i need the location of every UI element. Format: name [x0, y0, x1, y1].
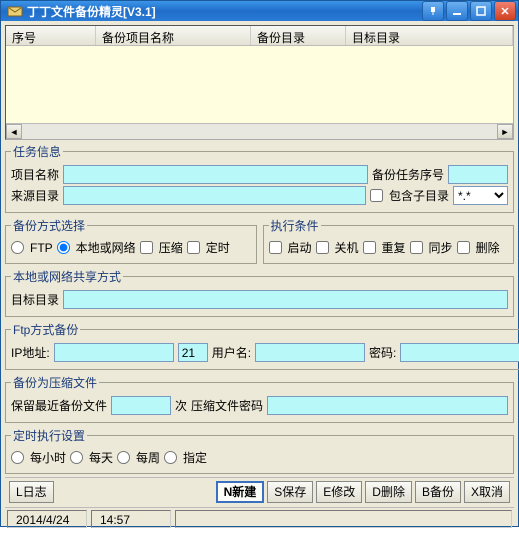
label-shut: 关机 — [335, 239, 359, 256]
label-proj-name: 项目名称 — [11, 166, 59, 183]
label-start: 启动 — [288, 239, 312, 256]
check-sync[interactable] — [410, 241, 423, 254]
edit-button[interactable]: E修改 — [316, 481, 362, 503]
radio-day[interactable] — [70, 451, 83, 464]
input-src-dir[interactable] — [63, 186, 366, 205]
backup-button[interactable]: B备份 — [415, 481, 461, 503]
radio-hour[interactable] — [11, 451, 24, 464]
col-seq[interactable]: 序号 — [6, 26, 96, 45]
status-empty — [175, 510, 512, 528]
input-user[interactable] — [255, 343, 365, 362]
select-pattern[interactable]: *.* — [453, 186, 508, 205]
toolbar: L日志 N新建 S保存 E修改 D删除 B备份 X取消 — [5, 477, 514, 505]
titlebar: 丁丁文件备份精灵[V3.1] — [1, 1, 518, 21]
group-sched: 定时执行设置 每小时 每天 每周 指定 — [5, 427, 514, 474]
label-src-dir: 来源目录 — [11, 187, 59, 204]
h-scrollbar: ◄ ► — [6, 123, 513, 139]
radio-week[interactable] — [117, 451, 130, 464]
label-day: 每天 — [89, 449, 113, 466]
radio-local[interactable] — [57, 241, 70, 254]
maximize-button[interactable] — [470, 1, 492, 21]
group-share: 本地或网络共享方式 目标目录 — [5, 268, 514, 317]
log-button[interactable]: L日志 — [9, 481, 54, 503]
label-repeat: 重复 — [382, 239, 406, 256]
label-zpass: 压缩文件密码 — [191, 397, 263, 414]
check-start[interactable] — [269, 241, 282, 254]
label-pass: 密码: — [369, 344, 396, 361]
app-icon — [7, 3, 23, 19]
label-ip: IP地址: — [11, 344, 50, 361]
label-ftp: FTP — [30, 241, 53, 255]
input-proj-name[interactable] — [63, 165, 368, 184]
save-button[interactable]: S保存 — [267, 481, 313, 503]
label-sched: 定时 — [206, 239, 230, 256]
check-repeat[interactable] — [363, 241, 376, 254]
label-keep: 保留最近备份文件 — [11, 397, 107, 414]
check-del[interactable] — [457, 241, 470, 254]
input-pass[interactable] — [400, 343, 519, 362]
check-shut[interactable] — [316, 241, 329, 254]
legend-zip: 备份为压缩文件 — [11, 374, 99, 391]
label-target: 目标目录 — [11, 291, 59, 308]
new-button[interactable]: N新建 — [216, 481, 265, 503]
delete-button[interactable]: D删除 — [365, 481, 412, 503]
status-time: 14:57 — [91, 510, 171, 528]
input-target[interactable] — [63, 290, 508, 309]
label-week: 每周 — [136, 449, 160, 466]
close-button[interactable] — [494, 1, 516, 21]
col-dst[interactable]: 目标目录 — [346, 26, 513, 45]
backup-list: 序号 备份项目名称 备份目录 目标目录 ◄ ► — [5, 25, 514, 140]
input-keep[interactable] — [111, 396, 171, 415]
check-subdir[interactable] — [370, 189, 383, 202]
minimize-button[interactable] — [446, 1, 468, 21]
label-hour: 每小时 — [30, 449, 66, 466]
statusbar: 2014/4/24 14:57 — [5, 507, 514, 529]
label-del: 删除 — [476, 239, 500, 256]
pin-button[interactable] — [422, 1, 444, 21]
window-title: 丁丁文件备份精灵[V3.1] — [27, 3, 422, 20]
table-header: 序号 备份项目名称 备份目录 目标目录 — [6, 26, 513, 46]
legend-sched: 定时执行设置 — [11, 427, 87, 444]
label-seq: 备份任务序号 — [372, 166, 444, 183]
label-zip: 压缩 — [159, 239, 183, 256]
group-ftp: Ftp方式备份 IP地址: 用户名: 密码: — [5, 321, 519, 370]
legend-ftp: Ftp方式备份 — [11, 321, 80, 338]
legend-task: 任务信息 — [11, 143, 63, 160]
label-user: 用户名: — [212, 344, 251, 361]
group-method: 备份方式选择 FTP 本地或网络 压缩 定时 — [5, 217, 257, 264]
label-local: 本地或网络 — [76, 239, 136, 256]
radio-ftp[interactable] — [11, 241, 24, 254]
legend-method: 备份方式选择 — [11, 217, 87, 234]
input-zpass[interactable] — [267, 396, 508, 415]
input-seq[interactable] — [448, 165, 508, 184]
group-exec: 执行条件 启动 关机 重复 同步 删除 — [263, 217, 515, 264]
table-body[interactable] — [6, 46, 513, 123]
status-date: 2014/4/24 — [7, 510, 87, 528]
app-window: 丁丁文件备份精灵[V3.1] 序号 备份项目名称 备份目录 目标目录 ◄ ► 任… — [0, 0, 519, 527]
scroll-left-icon[interactable]: ◄ — [6, 124, 22, 139]
cancel-button[interactable]: X取消 — [464, 481, 510, 503]
radio-spec[interactable] — [164, 451, 177, 464]
label-spec: 指定 — [183, 449, 207, 466]
col-name[interactable]: 备份项目名称 — [96, 26, 251, 45]
label-sync: 同步 — [429, 239, 453, 256]
group-task-info: 任务信息 项目名称 备份任务序号 来源目录 包含子目录 *.* — [5, 143, 514, 213]
legend-share: 本地或网络共享方式 — [11, 268, 123, 285]
col-src[interactable]: 备份目录 — [251, 26, 346, 45]
window-controls — [422, 1, 516, 21]
label-subdir: 包含子目录 — [389, 187, 449, 204]
check-sched[interactable] — [187, 241, 200, 254]
client-area: 序号 备份项目名称 备份目录 目标目录 ◄ ► 任务信息 项目名称 备份任务序号… — [1, 21, 518, 533]
scroll-track[interactable] — [22, 124, 497, 139]
label-ci: 次 — [175, 397, 187, 414]
scroll-right-icon[interactable]: ► — [497, 124, 513, 139]
legend-exec: 执行条件 — [269, 217, 321, 234]
group-zip: 备份为压缩文件 保留最近备份文件 次 压缩文件密码 — [5, 374, 514, 423]
input-port[interactable] — [178, 343, 208, 362]
input-ip[interactable] — [54, 343, 174, 362]
check-zip[interactable] — [140, 241, 153, 254]
